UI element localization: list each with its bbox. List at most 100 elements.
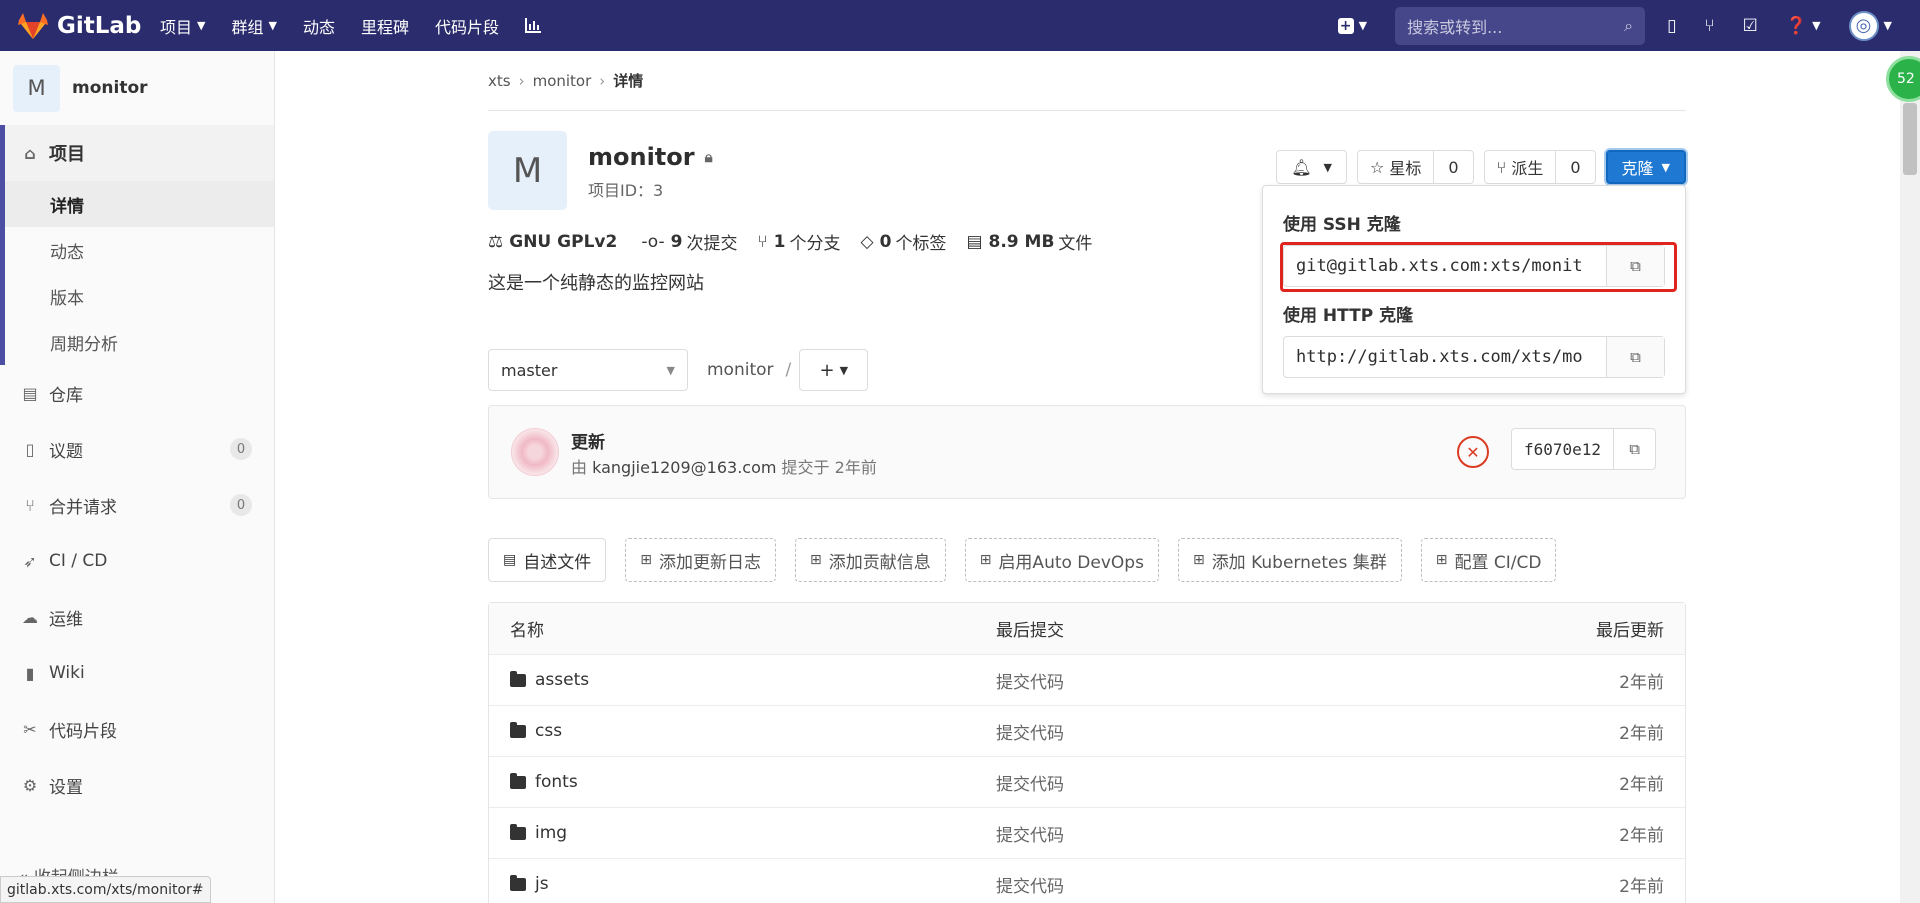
help-icon[interactable]: ❓ ▼	[1786, 16, 1821, 36]
add-changelog-label: 添加更新日志	[658, 552, 761, 573]
sidebar-item-settings[interactable]: ⚙ 设置	[0, 757, 274, 813]
new-item-plus-icon[interactable]: + ▼	[1337, 17, 1367, 34]
page-title: monitor	[588, 143, 695, 171]
branch-selector[interactable]: master ▼	[488, 349, 688, 391]
sidebar-item-snippets[interactable]: ✂ 代码片段	[0, 701, 274, 757]
file-last-commit[interactable]: 提交代码	[996, 821, 1496, 846]
notification-button[interactable]: 🔔︎ ▼	[1276, 150, 1347, 184]
avatar[interactable]	[511, 428, 559, 476]
tags-label: 个标签	[895, 234, 947, 254]
http-url-input[interactable]: http://gitlab.xts.com/xts/mo	[1284, 347, 1606, 367]
chevron-down-icon: ▼	[839, 363, 849, 377]
sidebar-subitem-cycle-analytics[interactable]: 周期分析	[5, 319, 274, 365]
sidebar-item-project[interactable]: ⌂ 项目	[5, 125, 274, 181]
project-avatar: M	[13, 64, 60, 112]
sidebar-item-merge-requests[interactable]: ⑂ 合并请求 0	[0, 477, 274, 533]
chevron-down-icon: ▼	[268, 19, 277, 32]
sidebar-item-operations[interactable]: ☁ 运维	[0, 589, 274, 645]
nav-groups[interactable]: 群组 ▼	[231, 14, 276, 38]
breadcrumb-current[interactable]: 详情	[613, 70, 643, 91]
file-name[interactable]: css	[535, 721, 562, 741]
table-row[interactable]: css 提交代码 2年前	[489, 705, 1685, 756]
main-content: xts › monitor › 详情 M monitor 🔒︎ 项目ID：3 🔔︎ ▼ …	[488, 51, 1686, 903]
configure-ci-cd-button[interactable]: ⊞ 配置 CI/CD	[1420, 538, 1557, 582]
add-file-button[interactable]: + ▼	[799, 349, 869, 391]
sidebar-item-issues[interactable]: ▯ 议题 0	[0, 421, 274, 477]
nav-projects[interactable]: 项目 ▼	[160, 14, 205, 38]
sidebar-item-label: 合并请求	[49, 497, 117, 518]
commit-sha[interactable]: f6070e12	[1512, 440, 1613, 459]
add-kubernetes-button[interactable]: ⊞ 添加 Kubernetes 集群	[1177, 538, 1402, 582]
scrollbar-thumb[interactable]	[1903, 103, 1917, 175]
sidebar-item-wiki[interactable]: ▮ Wiki	[0, 645, 274, 701]
add-contributing-button[interactable]: ⊞ 添加贡献信息	[794, 538, 946, 582]
sidebar-project-name: monitor	[72, 78, 148, 98]
table-row[interactable]: js 提交代码 2年前	[489, 858, 1685, 903]
page-scrollbar[interactable]	[1900, 51, 1920, 903]
gitlab-fox-icon	[18, 12, 48, 39]
search-input[interactable]: 搜索或转到... ⌕	[1395, 6, 1646, 45]
add-changelog-button[interactable]: ⊞ 添加更新日志	[625, 538, 776, 582]
merge-requests-icon[interactable]: ⑂	[1704, 16, 1714, 36]
star-button[interactable]: ☆ 星标 0	[1356, 150, 1474, 184]
breadcrumb-group[interactable]: xts	[488, 72, 511, 90]
breadcrumb-project[interactable]: monitor	[533, 72, 592, 90]
pipeline-failed-icon[interactable]: ✕	[1457, 436, 1489, 468]
tags-link[interactable]: ◇ 0 个标签	[861, 229, 947, 255]
rocket-icon: ➶	[23, 551, 37, 571]
license-link[interactable]: ⚖ GNU GPLv2	[488, 229, 621, 254]
file-name[interactable]: img	[535, 823, 567, 843]
file-last-commit[interactable]: 提交代码	[996, 770, 1496, 795]
floating-green-badge[interactable]: 52	[1886, 56, 1920, 102]
branches-label: 个分支	[789, 234, 841, 254]
commit-title[interactable]: 更新	[571, 428, 605, 453]
plus-square-icon: ⊞	[979, 552, 992, 568]
file-name[interactable]: fonts	[535, 772, 578, 792]
branches-link[interactable]: ⑂ 1 个分支	[757, 229, 841, 255]
commit-sha-box: f6070e12 ⧉	[1511, 428, 1657, 470]
file-last-commit[interactable]: 提交代码	[996, 872, 1496, 897]
file-last-update: 2年前	[1619, 774, 1664, 795]
repo-path[interactable]: monitor	[707, 360, 774, 380]
fork-count[interactable]: 0	[1555, 151, 1594, 183]
sidebar-item-ci-cd[interactable]: ➶ CI / CD	[0, 533, 274, 589]
commits-link[interactable]: -o- 9 次提交	[641, 229, 737, 255]
nav-milestones[interactable]: 里程碑	[361, 14, 409, 38]
copy-http-button[interactable]: ⧉	[1606, 337, 1664, 377]
chart-icon[interactable]	[525, 18, 542, 33]
fork-icon: ⑂	[1496, 157, 1507, 177]
bell-icon: 🔔︎	[1291, 157, 1312, 177]
commit-author[interactable]: kangjie1209@163.com	[592, 458, 776, 477]
sidebar-subitem-releases[interactable]: 版本	[5, 273, 274, 319]
nav-snippets[interactable]: 代码片段	[435, 14, 499, 38]
file-name[interactable]: assets	[535, 670, 589, 690]
tags-count: 0	[879, 231, 892, 252]
file-name[interactable]: js	[535, 874, 549, 894]
enable-auto-devops-button[interactable]: ⊞ 启用Auto DevOps	[964, 538, 1159, 582]
sidebar-subitem-details[interactable]: 详情	[5, 181, 274, 227]
copy-sha-button[interactable]: ⧉	[1613, 429, 1655, 469]
fork-button[interactable]: ⑂ 派生 0	[1483, 150, 1596, 184]
readme-button[interactable]: ▤ 自述文件	[488, 538, 607, 582]
folder-icon	[510, 721, 526, 738]
star-label: 星标	[1389, 159, 1422, 178]
file-last-update: 2年前	[1619, 825, 1664, 846]
star-count[interactable]: 0	[1433, 151, 1472, 183]
gitlab-logo[interactable]: GitLab	[18, 12, 160, 40]
sidebar-item-repository[interactable]: ▤ 仓库	[0, 365, 274, 421]
todos-icon[interactable]: ☑	[1743, 16, 1758, 36]
issues-icon[interactable]: ▯	[1667, 16, 1676, 36]
plus-square-icon: ⊞	[809, 552, 822, 568]
table-row[interactable]: fonts 提交代码 2年前	[489, 756, 1685, 807]
file-last-commit[interactable]: 提交代码	[996, 719, 1496, 744]
sidebar-project-header[interactable]: M monitor	[0, 51, 274, 125]
folder-icon	[510, 670, 526, 687]
table-row[interactable]: assets 提交代码 2年前	[489, 654, 1685, 705]
table-row[interactable]: img 提交代码 2年前	[489, 807, 1685, 858]
file-last-commit[interactable]: 提交代码	[996, 668, 1496, 693]
nav-activity[interactable]: 动态	[303, 14, 335, 38]
user-menu[interactable]: ◎ ▼	[1848, 10, 1892, 41]
clone-button[interactable]: 克隆 ▼	[1605, 150, 1686, 184]
sidebar-subitem-activity[interactable]: 动态	[5, 227, 274, 273]
file-icon: ▤	[22, 383, 38, 403]
